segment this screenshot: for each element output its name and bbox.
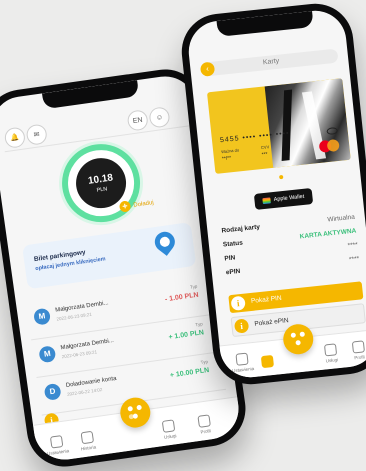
nav-settings-label: Ustawienia xyxy=(46,448,70,457)
info-icon: i xyxy=(233,318,250,334)
balance-amount: 10.18 xyxy=(87,171,114,187)
nav-services[interactable]: Usługi xyxy=(161,419,177,440)
language-button[interactable]: EN xyxy=(126,109,149,132)
nav-history-label: Historia xyxy=(80,444,97,452)
card-cvv-label: CVV xyxy=(260,144,270,151)
detail-key: ePIN xyxy=(225,267,241,277)
avatar: M xyxy=(33,307,52,326)
nav-services[interactable]: Usługi xyxy=(324,343,338,363)
bell-icon[interactable]: 🔔 xyxy=(3,126,27,149)
services-icon xyxy=(161,419,176,433)
nav-profile[interactable]: Profil xyxy=(197,414,212,435)
nav-services-label: Usługi xyxy=(163,433,177,440)
detail-value: **** xyxy=(347,241,359,250)
transaction-amount: + 10.00 PLN xyxy=(169,366,210,380)
parking-banner[interactable]: Bilet parkingowy opłacaj jednym kliknięc… xyxy=(21,222,197,290)
carousel-indicator xyxy=(279,174,284,180)
bottom-nav: Ustawienia Usługi Profil xyxy=(219,322,366,381)
profile-icon[interactable]: ☺ xyxy=(148,106,171,129)
location-pin-icon xyxy=(150,227,179,256)
card-artwork xyxy=(264,78,351,168)
detail-value: KARTA AKTYWNA xyxy=(299,227,357,241)
detail-value: Wirtualna xyxy=(327,213,356,224)
avatar: D xyxy=(43,382,62,401)
mail-icon[interactable]: ✉ xyxy=(25,123,48,146)
transaction-amount: - 1.00 PLN xyxy=(164,291,200,304)
card-expiry: **/** xyxy=(221,155,232,163)
menu-dots-icon xyxy=(127,404,143,421)
card-cvv: *** xyxy=(261,151,268,158)
transaction-type: Typ xyxy=(189,283,198,290)
balance-widget[interactable]: 10.18 PLN xyxy=(57,139,146,228)
detail-key: Rodzaj karty xyxy=(221,223,261,235)
profile-nav-icon xyxy=(351,340,365,354)
nav-settings-label: Ustawienia xyxy=(231,365,255,374)
detail-key: Status xyxy=(222,239,244,249)
transaction-amount: + 1.00 PLN xyxy=(168,329,205,342)
show-epin-label: Pokaż ePIN xyxy=(254,317,289,328)
nav-profile-label: Profil xyxy=(354,354,365,361)
settings-icon xyxy=(235,352,249,366)
apple-wallet-label: Apple Wallet xyxy=(273,193,305,203)
avatar: M xyxy=(38,345,57,364)
transaction-name: Doładowanie konta xyxy=(65,375,117,389)
notch xyxy=(41,80,140,110)
transaction-type: Typ xyxy=(195,321,203,328)
transaction-type: Typ xyxy=(200,359,209,365)
show-pin-label: Pokaż PIN xyxy=(250,294,282,305)
profile-nav-icon xyxy=(197,414,211,428)
wallet-icon xyxy=(262,197,272,205)
transaction-date: 2022-06-22 14:02 xyxy=(66,386,103,397)
transaction-name: Małgorzata Dembi... xyxy=(54,300,109,314)
card-expiry-label: Ważna do xyxy=(220,147,240,155)
page-title: Karty xyxy=(262,57,280,67)
nav-settings[interactable]: Ustawienia xyxy=(230,352,254,373)
info-icon: i xyxy=(230,295,246,311)
transaction-date: 2022-06-23 09:21 xyxy=(61,349,98,360)
apple-wallet-button[interactable]: Apple Wallet xyxy=(253,187,314,210)
card-details: Rodzaj karty Wirtualna Status KARTA AKTYWNA… xyxy=(221,212,360,282)
nav-profile[interactable]: Profil xyxy=(351,340,366,361)
mastercard-logo xyxy=(318,138,340,153)
nav-services-label: Usługi xyxy=(325,357,339,364)
services-icon xyxy=(324,343,338,357)
transaction-name: Małgorzata Dembi... xyxy=(60,337,115,352)
menu-dots-icon xyxy=(290,331,306,347)
nav-profile-label: Profil xyxy=(200,428,212,435)
card-icon xyxy=(260,354,275,369)
notch xyxy=(216,10,314,37)
plus-icon: + xyxy=(118,200,132,213)
nav-cards[interactable] xyxy=(260,354,275,370)
topup-label: Doładuj xyxy=(133,199,155,209)
payment-card[interactable]: 5455 •••• •••• •••• Ważna do **/** CVV *… xyxy=(206,78,351,174)
settings-icon xyxy=(49,435,64,449)
balance-currency: PLN xyxy=(96,185,108,194)
nav-history[interactable]: Historia xyxy=(79,430,97,452)
right-phone-screen: ‹ Karty 5455 •••• •••• •••• Ważna do **/… xyxy=(185,7,366,381)
language-label: EN xyxy=(132,116,143,125)
transaction-date: 2022-06-23 09:21 xyxy=(56,311,93,322)
detail-value: **** xyxy=(348,255,360,264)
detail-key: PIN xyxy=(224,254,236,263)
cards-header: ‹ Karty xyxy=(199,48,339,77)
